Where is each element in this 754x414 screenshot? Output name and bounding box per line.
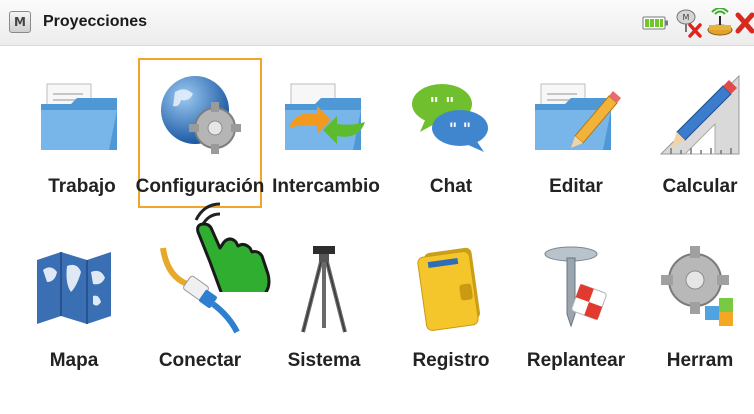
svg-text:" ": " " xyxy=(429,94,454,115)
svg-text:" ": " " xyxy=(449,119,471,138)
app-label: Replantear xyxy=(526,350,626,371)
app-tile-sistema[interactable]: Sistema xyxy=(262,232,386,382)
app-tile-registro[interactable]: Registro xyxy=(389,232,513,382)
folder-pencil-icon xyxy=(535,83,621,150)
app-label: Trabajo xyxy=(48,176,116,197)
touch-hand-icon xyxy=(194,202,271,292)
survey-stake-icon xyxy=(544,246,607,328)
radio-antenna-icon[interactable] xyxy=(706,8,734,38)
folder-exchange-icon xyxy=(285,83,365,150)
app-tile-editar[interactable]: Editar xyxy=(514,58,638,208)
app-tile-calcular[interactable]: Calcular xyxy=(638,58,754,208)
app-tile-trabajo[interactable]: Trabajo xyxy=(20,58,144,208)
tripod-icon xyxy=(301,246,347,333)
chat-bubbles-icon: " " " " xyxy=(412,84,488,152)
tools-gear-icon xyxy=(661,246,733,326)
app-label: Herram xyxy=(666,350,734,371)
app-tile-chat[interactable]: " " " " Chat xyxy=(389,58,513,208)
title-bar: M Proyecciones M xyxy=(0,0,754,46)
globe-gear-icon xyxy=(161,76,241,154)
app-tile-replantear[interactable]: Replantear xyxy=(514,232,638,382)
pencil-ruler-icon xyxy=(659,74,740,155)
app-tile-herram[interactable]: Herram xyxy=(638,232,754,382)
disconnected-receiver-icon[interactable]: M xyxy=(672,8,706,38)
app-label: Calcular xyxy=(662,176,738,197)
app-label: Configuración xyxy=(135,176,265,197)
window-title: Proyecciones xyxy=(43,13,148,30)
app-label: Chat xyxy=(429,176,473,197)
notebook-icon xyxy=(417,247,481,331)
app-label: Editar xyxy=(549,176,603,197)
app-label: Conectar xyxy=(158,350,242,371)
world-map-icon xyxy=(37,252,111,324)
app-tile-configuracion[interactable]: Configuración xyxy=(136,58,264,208)
app-label: Intercambio xyxy=(272,176,380,197)
app-label: Mapa xyxy=(49,350,99,371)
app-tile-mapa[interactable]: Mapa xyxy=(12,232,136,382)
app-logo-icon[interactable]: M xyxy=(9,11,31,33)
app-tile-intercambio[interactable]: Intercambio xyxy=(264,58,388,208)
app-label: Registro xyxy=(412,350,490,371)
folder-document-icon xyxy=(41,83,117,150)
close-icon[interactable] xyxy=(734,8,754,38)
battery-icon xyxy=(642,16,668,30)
app-label: Sistema xyxy=(287,350,361,371)
app-launcher-grid: Trabajo Configuración Intercambio " " " … xyxy=(0,46,754,414)
svg-text:M: M xyxy=(683,13,690,22)
